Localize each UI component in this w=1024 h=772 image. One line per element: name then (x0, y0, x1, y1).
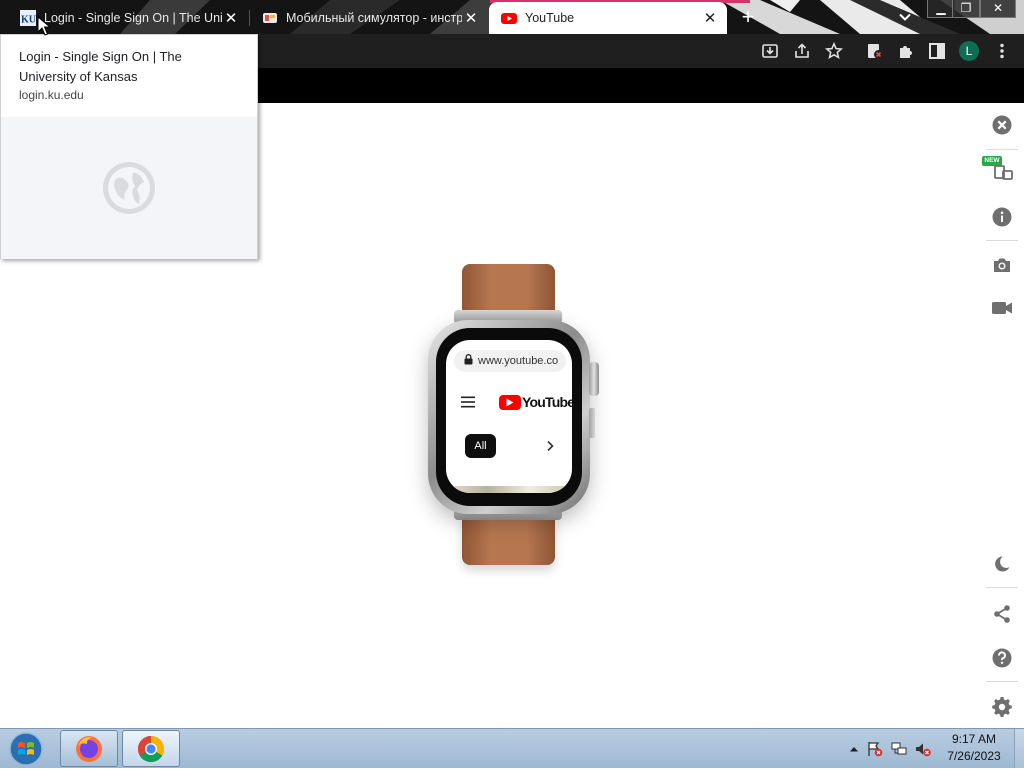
tab-close-icon[interactable]: ✕ (701, 9, 719, 27)
globe-icon (103, 162, 155, 214)
digital-crown[interactable] (589, 362, 599, 396)
help-icon[interactable] (991, 647, 1013, 669)
close-window-button[interactable]: ✕ (980, 0, 1016, 18)
tab-youtube[interactable]: YouTube ✕ (489, 2, 727, 34)
info-icon[interactable] (991, 206, 1013, 228)
tab-title: YouTube (525, 11, 575, 25)
clock-time: 9:17 AM (951, 732, 997, 746)
rail-divider (986, 587, 1018, 588)
restore-button[interactable]: ❐ (952, 0, 980, 18)
show-desktop-button[interactable] (1014, 729, 1024, 768)
chip-all[interactable]: All (465, 434, 496, 458)
profile-avatar[interactable]: L (959, 41, 979, 61)
tab-strip: KU Login - Single Sign On | The Univ ✕ М… (0, 0, 1024, 34)
video-thumbnail-strip (446, 486, 572, 493)
moon-icon[interactable] (991, 553, 1013, 575)
tab-search-chevron-icon[interactable] (896, 8, 914, 26)
chrome-icon (137, 735, 165, 762)
volume-muted-icon[interactable] (914, 740, 932, 758)
hamburger-menu-icon[interactable] (461, 396, 475, 408)
extensions-puzzle-icon[interactable] (896, 41, 916, 61)
simulator-icon (262, 10, 278, 26)
hover-card-title: Login - Single Sign On | The University … (19, 49, 182, 84)
tab-hover-card: Login - Single Sign On | The University … (0, 34, 258, 259)
install-app-icon[interactable] (760, 41, 780, 61)
ku-icon: KU (20, 10, 36, 26)
tab-mobile-simulator[interactable]: Мобильный симулятор - инстру ✕ (250, 2, 488, 34)
lock-icon (464, 354, 473, 368)
tab-title: Login - Single Sign On | The Univ (44, 11, 222, 25)
address-bar[interactable]: www.youtube.co (454, 350, 566, 372)
youtube-wordmark: YouTube (522, 394, 572, 410)
watch-side-button[interactable] (589, 408, 595, 438)
rail-divider (986, 149, 1018, 150)
new-tab-button[interactable]: + (736, 6, 760, 30)
extension-blocked-icon[interactable] (865, 41, 885, 61)
tab-title: Мобильный симулятор - инстру (286, 11, 462, 25)
tab-close-icon[interactable]: ✕ (222, 9, 240, 27)
clock-date: 7/26/2023 (947, 749, 1001, 763)
tray-expand-icon[interactable] (845, 740, 863, 758)
tab-close-icon[interactable]: ✕ (462, 9, 480, 27)
mouse-cursor-icon (37, 16, 51, 36)
taskbar-firefox[interactable] (60, 730, 118, 767)
watch-screen[interactable]: www.youtube.co YouTube All (446, 340, 572, 493)
youtube-logo[interactable]: YouTube (499, 394, 572, 410)
start-button[interactable] (6, 731, 46, 767)
more-menu-icon[interactable] (994, 41, 1010, 61)
camera-icon[interactable] (991, 254, 1013, 276)
rail-divider (986, 240, 1018, 241)
address-url: www.youtube.co (478, 355, 559, 367)
taskbar-chrome[interactable] (122, 730, 180, 767)
action-center-warning-icon[interactable] (866, 740, 884, 758)
device-switch-icon[interactable] (991, 160, 1013, 182)
video-icon[interactable] (991, 297, 1013, 319)
bookmark-star-icon[interactable] (824, 41, 844, 61)
rail-divider (986, 681, 1018, 682)
network-icon[interactable] (890, 740, 908, 758)
side-panel-icon[interactable] (927, 41, 947, 61)
apple-watch-device: www.youtube.co YouTube All (420, 262, 610, 572)
hover-card-preview (1, 117, 257, 259)
firefox-icon (76, 735, 102, 762)
gear-icon[interactable] (991, 696, 1013, 718)
youtube-play-icon (499, 394, 521, 410)
minimize-button[interactable]: ▁ (927, 0, 955, 18)
hover-card-url: login.ku.edu (19, 88, 84, 102)
taskbar-clock[interactable]: 9:17 AM 7/26/2023 (938, 731, 1010, 765)
youtube-icon (501, 10, 517, 26)
close-icon[interactable] (991, 114, 1013, 136)
chevron-right-icon[interactable] (542, 438, 558, 454)
youtube-header: YouTube (446, 392, 572, 414)
share-page-icon[interactable] (792, 41, 812, 61)
svg-text:KU: KU (21, 15, 36, 26)
share-icon[interactable] (991, 603, 1013, 625)
